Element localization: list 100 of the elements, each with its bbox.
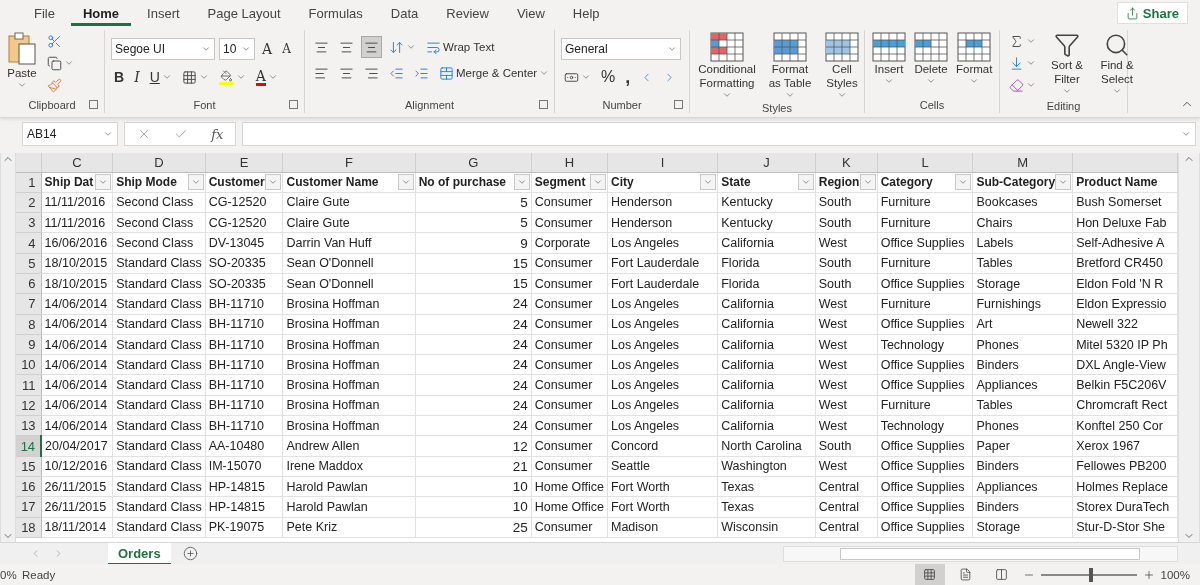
font-color-button[interactable]: A xyxy=(252,66,281,88)
row-header[interactable]: 8 xyxy=(16,314,42,335)
filter-button[interactable] xyxy=(1055,174,1072,191)
column-header[interactable]: D xyxy=(112,153,206,172)
row-header[interactable]: 6 xyxy=(16,273,42,294)
row-header[interactable]: 3 xyxy=(16,212,42,233)
underline-button[interactable]: U xyxy=(146,66,175,88)
row-header[interactable]: 11 xyxy=(16,374,42,396)
row-header[interactable]: 16 xyxy=(16,476,42,497)
comma-button[interactable]: , xyxy=(622,66,634,88)
ribbon-tab[interactable]: Insert xyxy=(135,0,192,26)
row-header[interactable]: 5 xyxy=(16,253,42,274)
font-size-field[interactable]: 10 xyxy=(219,38,255,60)
row-header[interactable]: 18 xyxy=(16,517,42,538)
ribbon-tab[interactable]: Data xyxy=(378,0,431,26)
caret-icon xyxy=(837,90,847,100)
table-cell: West xyxy=(815,334,878,355)
merge-button[interactable]: Merge & Center xyxy=(436,62,553,84)
wrap-text-button[interactable]: Wrap Text xyxy=(423,36,498,58)
filter-button[interactable] xyxy=(95,174,112,191)
table-cell: DV-13045 xyxy=(205,232,283,254)
column-header[interactable]: E xyxy=(205,153,283,172)
column-header[interactable]: H xyxy=(531,153,608,172)
filter-button[interactable] xyxy=(513,174,530,191)
cells-button[interactable]: Insert xyxy=(871,30,907,88)
ribbon-tab[interactable]: View xyxy=(504,0,557,26)
sheet-tab[interactable]: Orders xyxy=(108,542,171,565)
grow-font-button[interactable]: A xyxy=(259,38,276,60)
ribbon-tab[interactable]: Help xyxy=(560,0,612,26)
table-cell: Corporate xyxy=(531,232,608,254)
table-header: State xyxy=(721,175,751,190)
horizontal-scrollbar[interactable] xyxy=(783,545,1178,562)
italic-button[interactable]: I xyxy=(131,66,143,88)
percent-button[interactable]: % xyxy=(598,66,619,88)
table-header: Sub-Category xyxy=(976,175,1056,190)
column-header[interactable]: F xyxy=(282,153,416,172)
launcher-icon[interactable] xyxy=(674,100,683,109)
row-header[interactable]: 9 xyxy=(16,334,42,355)
table-cell: Appliances xyxy=(972,476,1073,497)
table-cell: South xyxy=(815,435,878,457)
styles-button[interactable]: Conditional Formatting xyxy=(696,30,758,102)
table-cell: Konftel 250 Cor xyxy=(1072,415,1178,436)
cells-button[interactable]: Delete xyxy=(913,30,949,88)
row-header[interactable]: 7 xyxy=(16,293,42,315)
sort-filter-button[interactable]: Sort & Filter xyxy=(1045,30,1089,98)
column-header[interactable]: M xyxy=(972,153,1073,172)
filter-button[interactable] xyxy=(955,174,972,191)
launcher-icon[interactable] xyxy=(539,100,548,109)
table-cell: Eldon Expressio xyxy=(1072,293,1178,315)
filter-button[interactable] xyxy=(859,174,876,191)
cells-button[interactable]: Format xyxy=(955,30,994,88)
view-button[interactable] xyxy=(914,564,945,585)
table-cell: 18/10/2015 xyxy=(41,273,113,294)
row-header[interactable]: 17 xyxy=(16,496,42,518)
styles-button[interactable]: Cell Styles xyxy=(822,30,862,102)
row-header[interactable]: 4 xyxy=(16,232,42,254)
ribbon-tab[interactable]: Home xyxy=(70,0,132,26)
row-header[interactable]: 12 xyxy=(16,395,42,416)
filter-button[interactable] xyxy=(265,174,282,191)
filter-button[interactable] xyxy=(700,174,717,191)
row-header[interactable]: 2 xyxy=(16,192,42,213)
find-select-button[interactable]: Find & Select xyxy=(1095,30,1139,98)
filter-button[interactable] xyxy=(187,174,204,191)
slider-thumb[interactable] xyxy=(1088,567,1093,582)
ribbon-tab[interactable]: Review xyxy=(434,0,501,26)
number-format-field[interactable]: General xyxy=(561,38,681,60)
row-header[interactable]: 1 xyxy=(16,172,42,193)
table-cell: Los Angeles xyxy=(607,354,718,375)
row-header[interactable]: 13 xyxy=(16,415,42,436)
ribbon-tab[interactable]: Page Layout xyxy=(195,0,293,26)
name-box[interactable]: AB14 xyxy=(22,122,118,146)
filter-button[interactable] xyxy=(797,174,814,191)
table-cell: Los Angeles xyxy=(607,395,718,416)
shrink-font-button[interactable]: A xyxy=(279,38,294,60)
share-button[interactable]: Share xyxy=(1116,2,1188,24)
launcher-icon[interactable] xyxy=(89,100,98,109)
column-header[interactable]: J xyxy=(717,153,816,172)
column-header[interactable]: L xyxy=(877,153,973,172)
column-header[interactable]: C xyxy=(41,153,113,172)
table-cell: 11/11/2016 xyxy=(41,192,113,213)
bold-button[interactable]: B xyxy=(111,66,128,88)
table-header: Product Name xyxy=(1076,175,1158,190)
align-button[interactable] xyxy=(361,36,382,58)
row-header[interactable]: 10 xyxy=(16,354,42,375)
ribbon-tab[interactable]: File xyxy=(22,0,67,26)
font-name-field[interactable]: Segoe UI xyxy=(111,38,215,60)
column-header[interactable]: I xyxy=(607,153,718,172)
styles-button[interactable]: Format as Table xyxy=(764,30,816,102)
ribbon-tab[interactable]: Formulas xyxy=(296,0,375,26)
filter-button[interactable] xyxy=(397,174,414,191)
formula-field[interactable] xyxy=(242,122,1196,146)
table-cell: 15 xyxy=(415,253,532,274)
column-header[interactable]: G xyxy=(415,153,532,172)
paste-button[interactable]: Paste xyxy=(6,30,38,92)
row-header[interactable]: 15 xyxy=(16,456,42,477)
row-header[interactable]: 14 xyxy=(16,435,42,457)
filter-button[interactable] xyxy=(590,174,606,191)
function-button[interactable]: fx xyxy=(211,126,224,142)
launcher-icon[interactable] xyxy=(289,100,298,109)
column-header[interactable]: K xyxy=(815,153,878,172)
